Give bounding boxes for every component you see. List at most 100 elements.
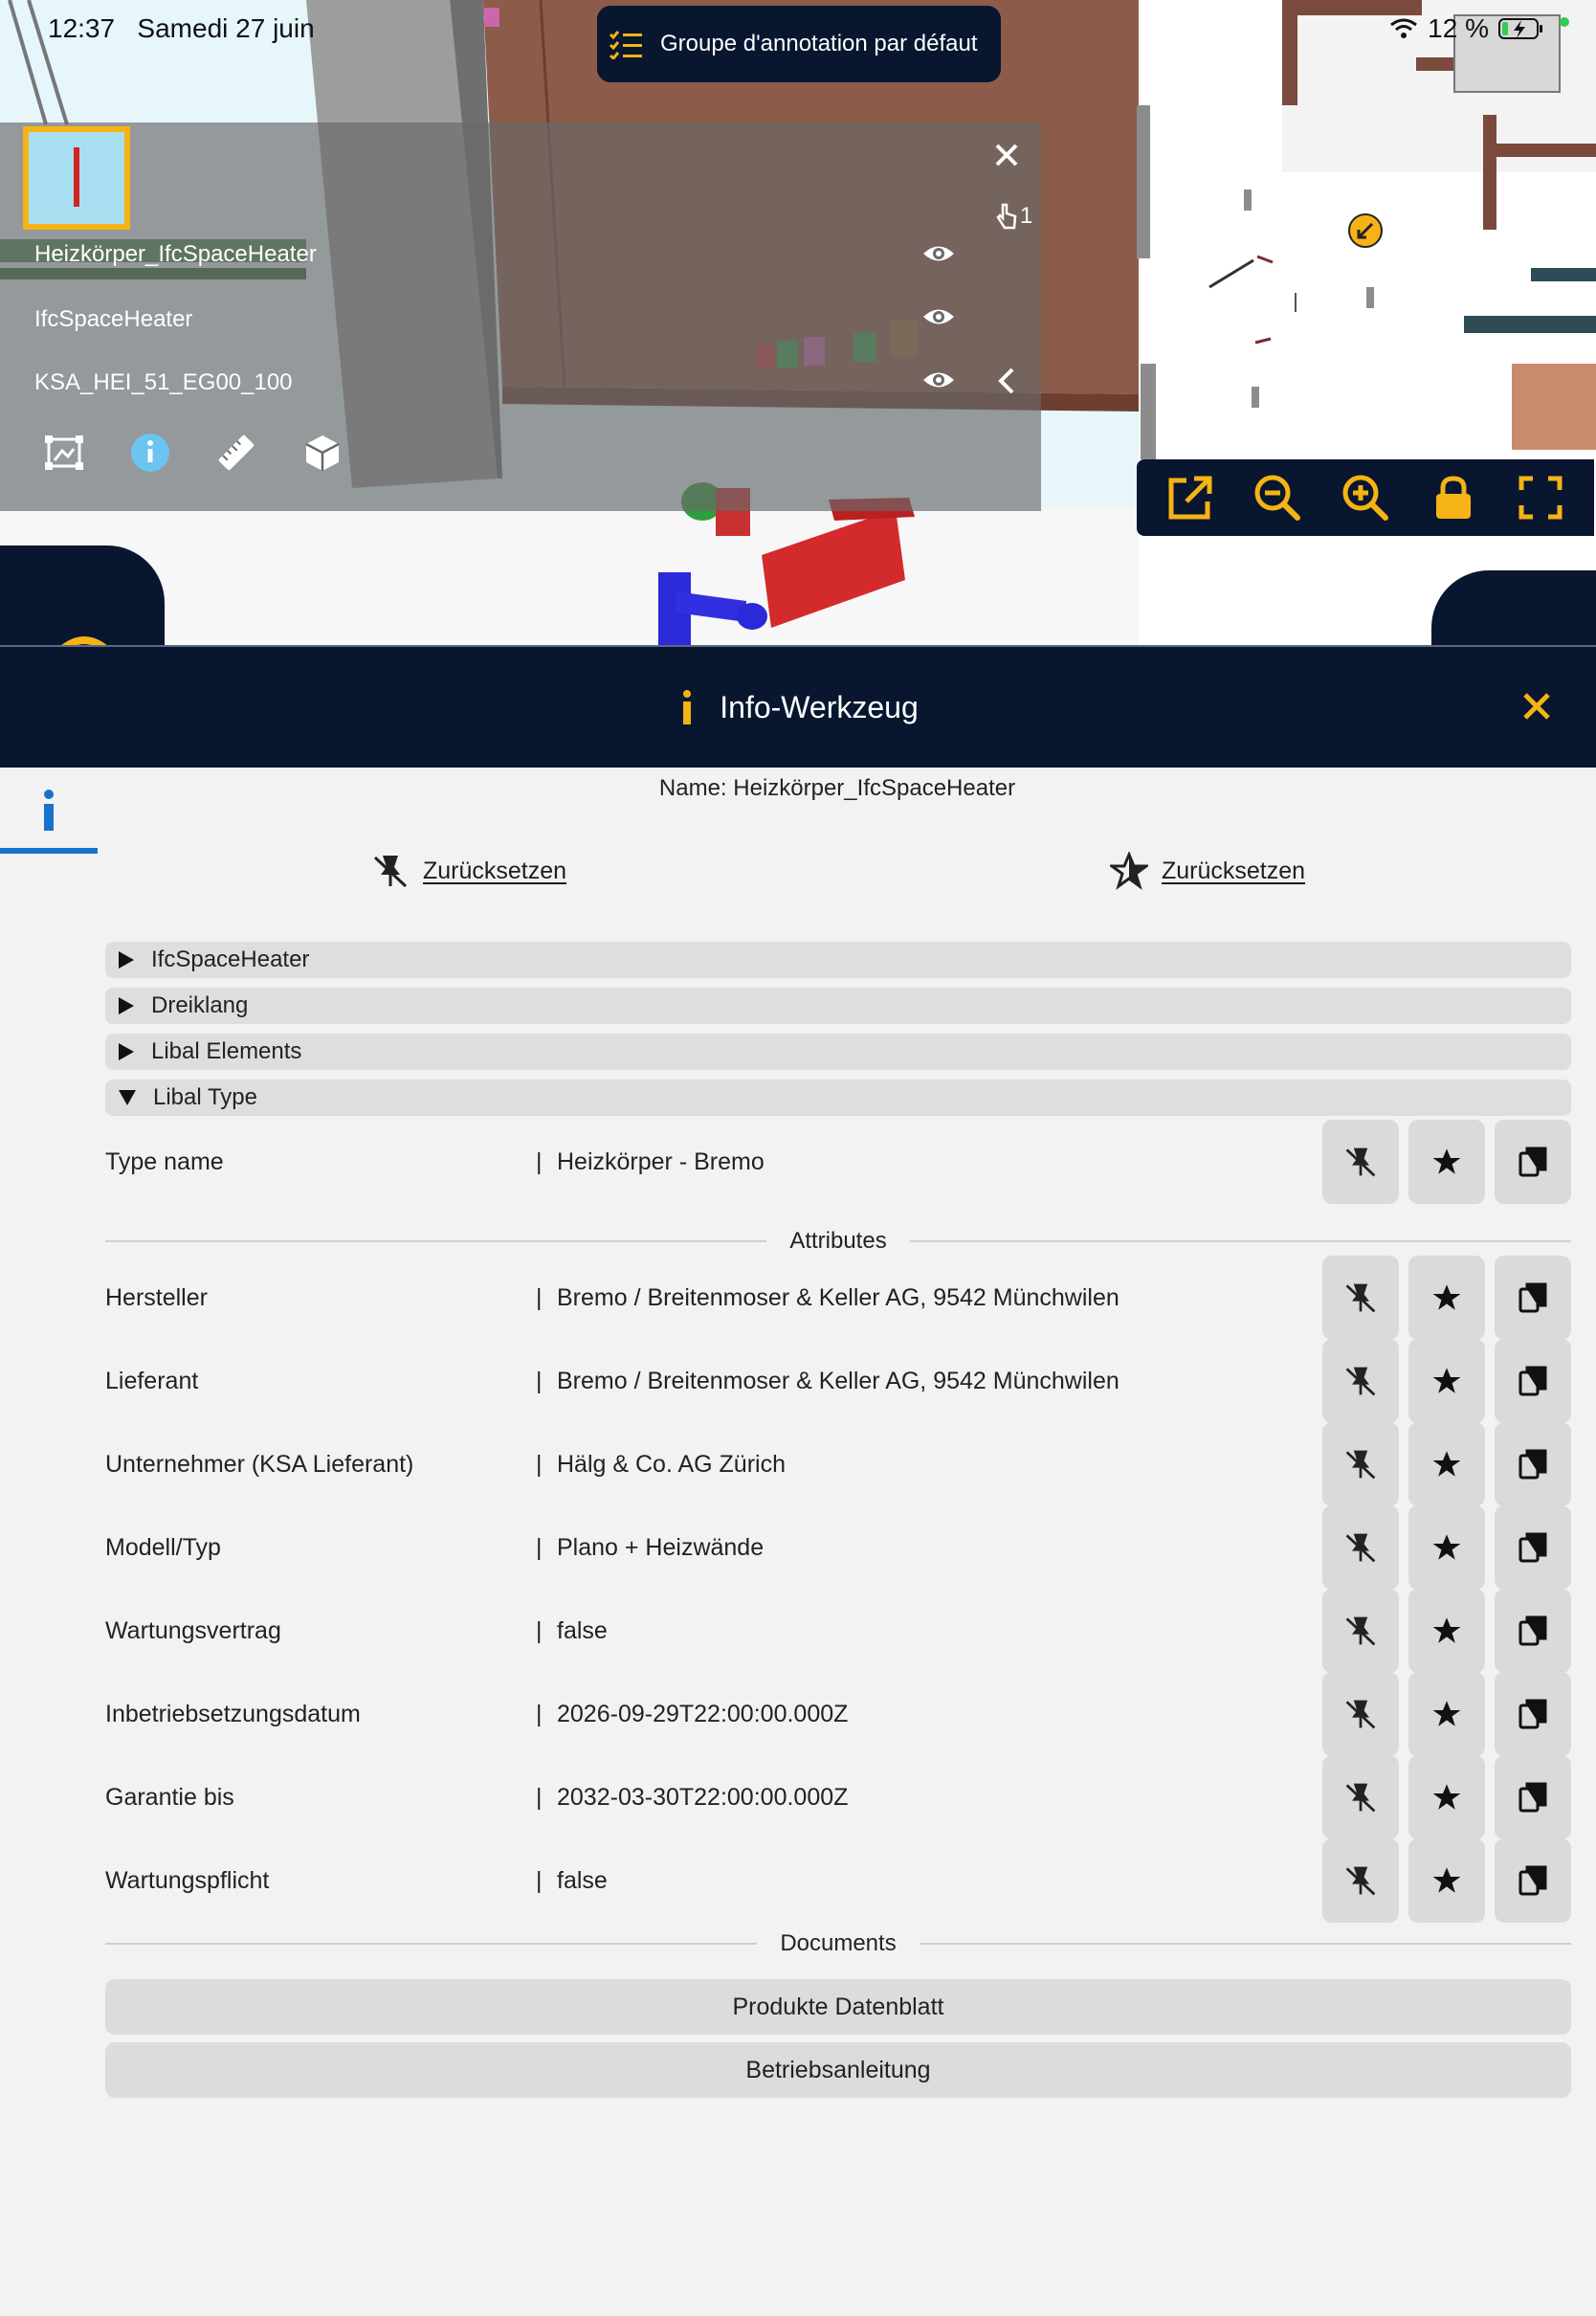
pin-button[interactable]	[1322, 1256, 1399, 1340]
copy-button[interactable]	[1495, 1672, 1571, 1756]
info-tool-panel: Info-Werkzeug Name: Heizkörper_IfcSpaceH…	[0, 645, 1596, 2316]
reset-pins-button[interactable]: Zurücksetzen	[371, 852, 566, 890]
row-actions	[1322, 1339, 1571, 1423]
property-value: Bremo / Breitenmoser & Keller AG, 9542 M…	[557, 1367, 1119, 1394]
help-icon	[61, 636, 107, 645]
copy-button[interactable]	[1495, 1256, 1571, 1340]
copy-button[interactable]	[1495, 1505, 1571, 1590]
copy-button[interactable]	[1495, 1422, 1571, 1506]
pin-button[interactable]	[1322, 1755, 1399, 1839]
eye-icon[interactable]	[920, 299, 957, 335]
lock-icon	[1435, 476, 1471, 519]
star-icon	[1432, 1701, 1461, 1726]
property-key: Hersteller	[105, 1283, 208, 1311]
document-button-datenblatt[interactable]: Produkte Datenblatt	[105, 1979, 1571, 2035]
eye-icon[interactable]	[920, 362, 957, 398]
copy-icon	[1518, 1865, 1547, 1896]
property-row: Garantie bis | 2032-03-30T22:00:00.000Z	[105, 1755, 1571, 1839]
section-libal-type[interactable]: Libal Type	[105, 1080, 1571, 1116]
annotation-group-button[interactable]: Groupe d'annotation par défaut	[597, 6, 1001, 82]
documents-divider: Documents	[105, 1929, 1572, 1958]
property-separator: |	[536, 1283, 543, 1311]
measure-button[interactable]	[214, 431, 258, 475]
section-label: Libal Type	[153, 1084, 257, 1110]
right-corner-panel[interactable]	[1431, 570, 1596, 645]
battery-charging-icon	[1498, 18, 1542, 39]
property-value: Plano + Heizwände	[557, 1533, 765, 1561]
cube-button[interactable]	[300, 431, 344, 475]
selection-count[interactable]: 1	[995, 203, 1032, 230]
copy-icon	[1518, 1615, 1547, 1646]
expand-triangle-icon	[119, 997, 134, 1014]
favorite-button[interactable]	[1408, 1422, 1485, 1506]
property-key: Inbetriebsetzungsdatum	[105, 1700, 361, 1727]
pin-button[interactable]	[1322, 1672, 1399, 1756]
row-actions	[1322, 1120, 1571, 1204]
copy-button[interactable]	[1495, 1120, 1571, 1204]
document-button-betriebsanleitung[interactable]: Betriebsanleitung	[105, 2042, 1571, 2098]
property-row: Lieferant | Bremo / Breitenmoser & Kelle…	[105, 1339, 1571, 1423]
property-value: false	[557, 1616, 608, 1644]
favorite-button[interactable]	[1408, 1589, 1485, 1673]
copy-button[interactable]	[1495, 1755, 1571, 1839]
reset-favorites-button[interactable]: Zurücksetzen	[1110, 852, 1305, 890]
info-icon	[131, 434, 169, 472]
section-libal-elements[interactable]: Libal Elements	[105, 1034, 1571, 1070]
frame-button[interactable]	[42, 431, 86, 475]
zoom-in-button[interactable]	[1337, 469, 1394, 526]
status-time: 12:37	[48, 13, 116, 43]
favorite-button[interactable]	[1408, 1256, 1485, 1340]
copy-icon	[1518, 1147, 1547, 1177]
property-value: 2026-09-29T22:00:00.000Z	[557, 1700, 849, 1727]
3d-viewport[interactable]: 12:37 Samedi 27 juin 12 % Groupe d'annot…	[0, 0, 1596, 645]
pin-button[interactable]	[1322, 1339, 1399, 1423]
property-row: Wartungspflicht | false	[105, 1838, 1571, 1923]
pin-button[interactable]	[1322, 1120, 1399, 1204]
pin-off-icon	[373, 856, 408, 888]
copy-button[interactable]	[1495, 1589, 1571, 1673]
compass-icon[interactable]	[1347, 212, 1384, 249]
copy-button[interactable]	[1495, 1838, 1571, 1923]
status-datetime: 12:37 Samedi 27 juin	[48, 13, 315, 44]
selection-thumbnail[interactable]	[23, 126, 130, 230]
zoom-out-icon	[1254, 475, 1301, 521]
favorite-button[interactable]	[1408, 1339, 1485, 1423]
divider-line	[909, 1240, 1572, 1242]
section-dreiklang[interactable]: Dreiklang	[105, 988, 1571, 1024]
section-label: IfcSpaceHeater	[151, 946, 310, 972]
reset-pins-label: Zurücksetzen	[423, 857, 567, 884]
fullscreen-icon	[1518, 476, 1563, 520]
property-key: Unternehmer (KSA Lieferant)	[105, 1450, 414, 1478]
cube-icon	[305, 435, 340, 471]
property-row-type-name: Type name | Heizkörper - Bremo	[105, 1120, 1571, 1204]
favorite-button[interactable]	[1408, 1755, 1485, 1839]
close-icon[interactable]	[989, 138, 1024, 172]
favorite-button[interactable]	[1408, 1120, 1485, 1204]
close-icon[interactable]	[1518, 687, 1556, 725]
copy-button[interactable]	[1495, 1339, 1571, 1423]
chevron-left-icon[interactable]	[995, 364, 1018, 398]
divider-line	[105, 1240, 767, 1242]
info-button[interactable]	[128, 431, 172, 475]
left-corner-panel[interactable]	[0, 546, 165, 645]
external-link-button[interactable]	[1162, 469, 1219, 526]
pin-button[interactable]	[1322, 1589, 1399, 1673]
pin-button[interactable]	[1322, 1505, 1399, 1590]
pin-off-icon	[1345, 1450, 1376, 1480]
eye-icon[interactable]	[920, 235, 957, 272]
star-icon	[1432, 1784, 1461, 1810]
zoom-out-button[interactable]	[1249, 469, 1306, 526]
pin-off-icon	[1345, 1700, 1376, 1729]
zoom-in-icon	[1342, 475, 1388, 521]
favorite-button[interactable]	[1408, 1505, 1485, 1590]
section-ifcspaceheater[interactable]: IfcSpaceHeater	[105, 942, 1571, 978]
favorite-button[interactable]	[1408, 1672, 1485, 1756]
lock-button[interactable]	[1425, 469, 1482, 526]
attributes-label: Attributes	[789, 1228, 887, 1254]
property-separator: |	[536, 1866, 543, 1894]
fullscreen-button[interactable]	[1512, 469, 1569, 526]
pin-button[interactable]	[1322, 1838, 1399, 1923]
pin-off-icon	[1345, 1283, 1376, 1313]
favorite-button[interactable]	[1408, 1838, 1485, 1923]
pin-button[interactable]	[1322, 1422, 1399, 1506]
